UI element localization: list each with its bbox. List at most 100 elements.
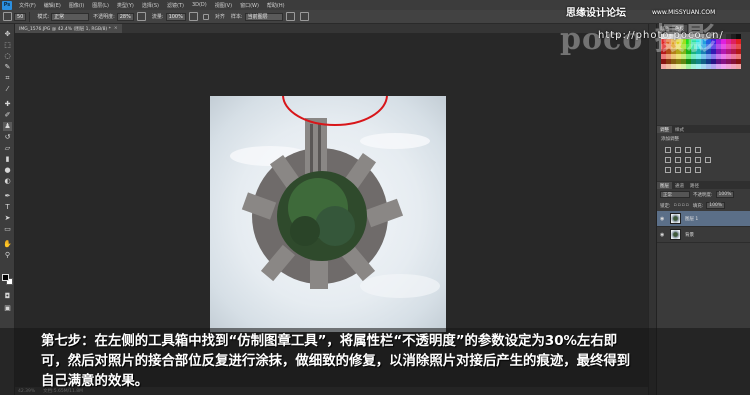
pen-tool-icon[interactable]: ✒ [3, 192, 12, 201]
menu-help[interactable]: 帮助(H) [263, 2, 289, 9]
photo-artwork [230, 96, 440, 298]
quick-select-tool-icon[interactable]: ✎ [3, 63, 12, 72]
foreground-color-swatch[interactable] [2, 274, 9, 281]
menu-edit[interactable]: 编辑(E) [40, 2, 65, 9]
divider [29, 11, 31, 22]
quick-mask-icon[interactable]: ◘ [3, 292, 12, 301]
menu-filter[interactable]: 滤镜(T) [163, 2, 188, 9]
layer-lock-row: 锁定: ▫▫▫▫ 填充: 100% [657, 200, 750, 211]
visibility-eye-icon[interactable]: ◉ [660, 216, 666, 222]
menu-select[interactable]: 选择(S) [138, 2, 163, 9]
menu-window[interactable]: 窗口(W) [236, 2, 263, 9]
opacity-field[interactable]: 28% [116, 12, 134, 21]
airbrush-icon[interactable] [188, 12, 198, 21]
opacity-label: 不透明度: [93, 14, 115, 20]
layer-opacity-field[interactable]: 100% [715, 191, 735, 198]
hue-saturation-icon[interactable] [675, 157, 681, 163]
adjustment-icons-row-3 [657, 165, 750, 175]
type-tool-icon[interactable]: T [3, 203, 12, 212]
exposure-icon[interactable] [695, 147, 701, 153]
marquee-tool-icon[interactable]: ⬚ [3, 41, 12, 50]
color-balance-icon[interactable] [685, 157, 691, 163]
eraser-tool-icon[interactable]: ▱ [3, 144, 12, 153]
adjustment-icons-row-1 [657, 145, 750, 155]
ignore-adjustment-icon[interactable] [285, 12, 295, 21]
fill-label: 填充: [692, 203, 704, 209]
menu-type[interactable]: 类型(Y) [113, 2, 138, 9]
gradient-tool-icon[interactable]: ▮ [3, 155, 12, 164]
gradient-map-icon[interactable] [695, 167, 701, 173]
tab-paths[interactable]: 路径 [687, 182, 702, 189]
forum-site-watermark: www.MISSYUAN.COM [652, 9, 716, 16]
lock-label: 锁定: [660, 203, 671, 209]
document-tab-title: IMG_1576.JPG @ 42.4% (图层 1, RGB/8) * [19, 26, 111, 32]
brush-tool-icon[interactable]: ✐ [3, 111, 12, 120]
clone-stamp-preset-icon[interactable] [3, 12, 12, 21]
flow-field[interactable]: 100% [165, 12, 186, 21]
tab-adjustments[interactable]: 调整 [657, 126, 672, 133]
path-select-tool-icon[interactable]: ➤ [3, 214, 12, 223]
color-swatch[interactable] [736, 64, 741, 69]
zoom-tool-icon[interactable]: ⚲ [3, 251, 12, 260]
document-tab[interactable]: IMG_1576.JPG @ 42.4% (图层 1, RGB/8) * × [15, 24, 122, 33]
tab-styles[interactable]: 样式 [672, 126, 687, 133]
photo-filter-icon[interactable] [705, 157, 711, 163]
swatches-spacer [657, 71, 750, 125]
menu-bar: Ps 文件(F) 编辑(E) 图像(I) 图层(L) 类型(Y) 选择(S) 滤… [0, 0, 750, 10]
forum-watermark: 思缘设计论坛 [566, 8, 626, 19]
menu-layer[interactable]: 图层(L) [88, 2, 113, 9]
layer-mode-row: 正常 不透明度: 100% [657, 189, 750, 200]
sample-select[interactable]: 当前图层 [244, 12, 283, 21]
layer-row[interactable]: ◉ 图层 1 [657, 211, 750, 227]
close-icon[interactable]: × [114, 26, 118, 31]
lasso-tool-icon[interactable]: ◌ [3, 52, 12, 61]
visibility-eye-icon[interactable]: ◉ [660, 232, 666, 238]
levels-icon[interactable] [675, 147, 681, 153]
blend-mode-select[interactable]: 正常 [660, 191, 690, 198]
aligned-label: 对齐 [214, 14, 225, 20]
tiny-planet-photo[interactable] [210, 96, 446, 332]
blur-tool-icon[interactable]: ● [3, 166, 12, 175]
menu-image[interactable]: 图像(I) [65, 2, 88, 9]
black-white-icon[interactable] [695, 157, 701, 163]
menu-view[interactable]: 视图(V) [211, 2, 236, 9]
add-adjustment-title: 添加调整 [661, 137, 679, 142]
dodge-tool-icon[interactable]: ◐ [3, 177, 12, 186]
sample-label: 样本: [230, 14, 243, 20]
document-tab-bar: IMG_1576.JPG @ 42.4% (图层 1, RGB/8) * × [15, 24, 648, 33]
crop-tool-icon[interactable]: ⌗ [3, 74, 12, 83]
red-annotation-circle [282, 96, 388, 126]
aligned-checkbox[interactable] [202, 13, 209, 20]
eyedropper-tool-icon[interactable]: ⁄ [3, 85, 12, 94]
brightness-icon[interactable] [665, 147, 671, 153]
invert-icon[interactable] [665, 167, 671, 173]
pressure-size-icon[interactable] [299, 12, 309, 21]
menu-3d[interactable]: 3D(D) [188, 2, 211, 8]
move-tool-icon[interactable]: ✥ [3, 30, 12, 39]
shape-tool-icon[interactable]: ▭ [3, 225, 12, 234]
pressure-opacity-icon[interactable] [136, 12, 146, 21]
healing-brush-tool-icon[interactable]: ✚ [3, 100, 12, 109]
tab-channels[interactable]: 通道 [672, 182, 687, 189]
layer-opacity-label: 不透明度: [693, 192, 713, 198]
history-brush-tool-icon[interactable]: ↺ [3, 133, 12, 142]
flow-label: 流量: [151, 14, 164, 20]
mode-select[interactable]: 正常 [51, 12, 90, 21]
layer-name: 图层 1 [685, 216, 699, 222]
mode-label: 模式: [37, 14, 50, 20]
fill-field[interactable]: 100% [706, 202, 726, 209]
hand-tool-icon[interactable]: ✋ [3, 240, 12, 249]
vibrance-icon[interactable] [665, 157, 671, 163]
brush-size-field[interactable]: 50 [14, 12, 27, 21]
screen-mode-icon[interactable]: ▣ [3, 304, 12, 313]
clone-stamp-tool-icon[interactable]: ♟ [3, 122, 12, 131]
layer-row[interactable]: ◉ 背景 [657, 227, 750, 243]
tab-layers[interactable]: 图层 [657, 182, 672, 189]
layer-name: 背景 [685, 232, 694, 238]
tutorial-caption-overlay: 第七步：在左侧的工具箱中找到“仿制图章工具”，将属性栏“不透明度”的参数设定为3… [0, 328, 750, 395]
threshold-icon[interactable] [685, 167, 691, 173]
menu-file[interactable]: 文件(F) [15, 2, 40, 9]
lock-icons[interactable]: ▫▫▫▫ [674, 203, 690, 208]
curves-icon[interactable] [685, 147, 691, 153]
posterize-icon[interactable] [675, 167, 681, 173]
